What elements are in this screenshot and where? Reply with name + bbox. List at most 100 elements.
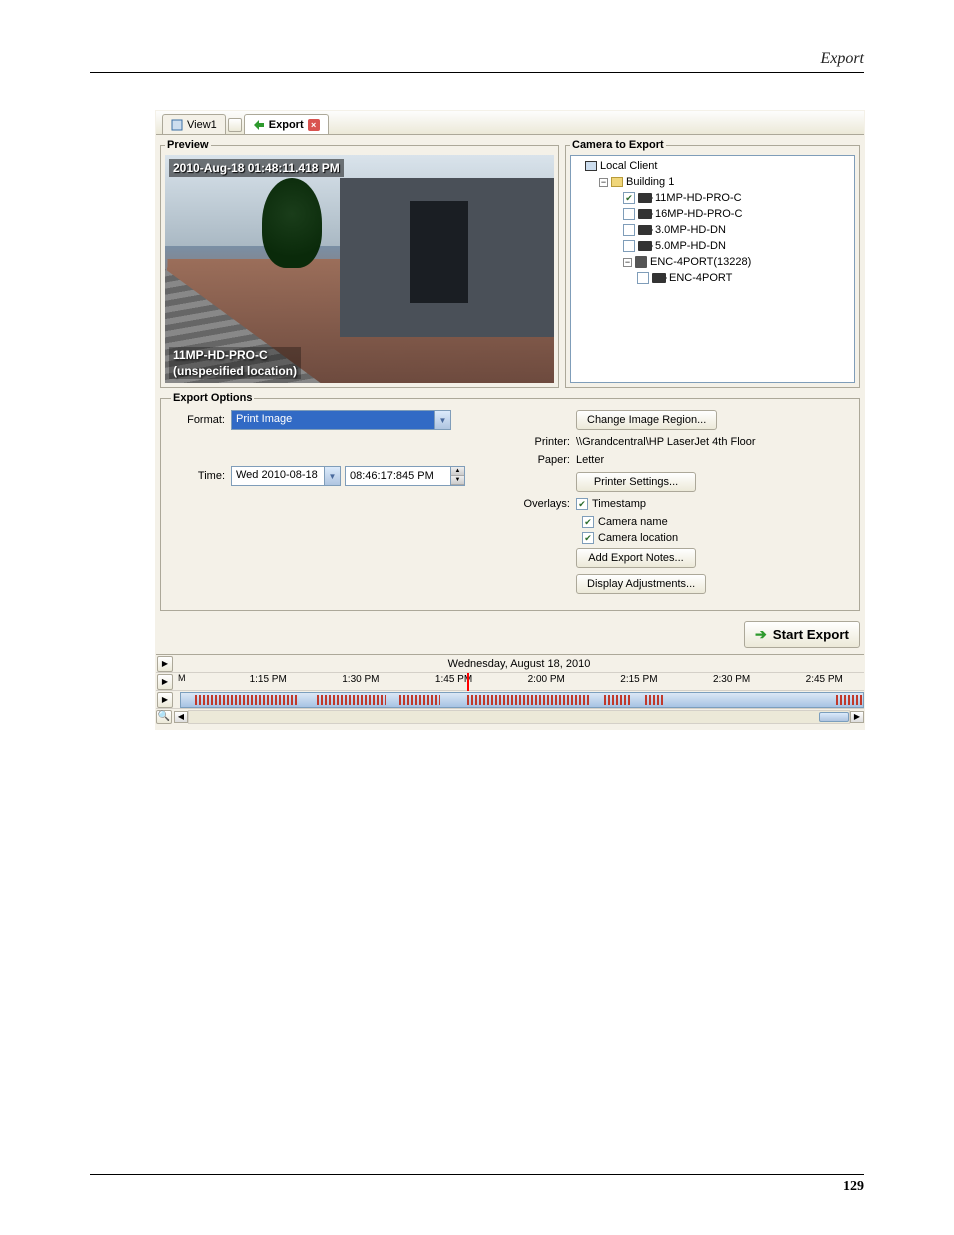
timeline-m-label: M: [178, 673, 186, 683]
collapse-icon[interactable]: −: [599, 178, 608, 187]
timeline-play-button[interactable]: ▶: [157, 674, 173, 690]
change-region-button[interactable]: Change Image Region...: [576, 410, 717, 430]
camera-checkbox[interactable]: [637, 272, 649, 284]
overlay-camname-label: Camera name: [598, 516, 668, 528]
overlay-camera-info: 11MP-HD-PRO-C (unspecified location): [169, 347, 301, 379]
tab-view1-label: View1: [187, 119, 217, 131]
display-adjustments-button[interactable]: Display Adjustments...: [576, 574, 706, 594]
camera-checkbox[interactable]: [623, 208, 635, 220]
time-value: 08:46:17:845 PM: [346, 468, 450, 484]
tree-root-label: Local Client: [600, 160, 657, 172]
timeline-play-button[interactable]: ▶: [157, 692, 173, 708]
camera-label: 3.0MP-HD-DN: [655, 224, 726, 236]
format-combo[interactable]: Print Image ▼: [231, 410, 451, 430]
dropdown-icon[interactable]: ▼: [324, 467, 340, 485]
overlay-camname-checkbox[interactable]: ✔: [582, 516, 594, 528]
camera-label: 5.0MP-HD-DN: [655, 240, 726, 252]
date-combo[interactable]: Wed 2010-08-18 ▼: [231, 466, 341, 486]
preview-legend: Preview: [165, 139, 211, 151]
timeline-tick: 1:30 PM: [342, 674, 379, 685]
tab-export[interactable]: Export ×: [244, 114, 329, 134]
time-input[interactable]: 08:46:17:845 PM ▲▼: [345, 466, 465, 486]
tree-building-label: Building 1: [626, 176, 674, 188]
tree-node-camera[interactable]: 3.0MP-HD-DN: [573, 222, 852, 238]
overlays-label: Overlays:: [520, 498, 576, 510]
tree-node-encoder-child[interactable]: ENC-4PORT: [573, 270, 852, 286]
server-icon: [635, 256, 647, 268]
overlay-timestamp-label: Timestamp: [592, 498, 646, 510]
overlay-camloc-checkbox[interactable]: ✔: [582, 532, 594, 544]
printer-settings-button[interactable]: Printer Settings...: [576, 472, 696, 492]
overlay-camera-name: 11MP-HD-PRO-C: [169, 347, 301, 363]
camera-label: 11MP-HD-PRO-C: [655, 192, 742, 204]
tab-strip: View1 Export ×: [156, 111, 864, 135]
paper-label: Paper:: [520, 454, 576, 466]
timeline-tick: 1:15 PM: [250, 674, 287, 685]
new-tab-button[interactable]: [228, 118, 242, 132]
tree-node-root[interactable]: Local Client: [573, 158, 852, 174]
time-spinner[interactable]: ▲▼: [450, 467, 464, 485]
camera-checkbox[interactable]: [623, 224, 635, 236]
footer-rule: [90, 1174, 864, 1175]
time-label: Time:: [171, 470, 231, 482]
header-rule: [90, 72, 864, 73]
camera-icon: [638, 225, 652, 235]
tab-view1[interactable]: View1: [162, 114, 226, 134]
timeline-data-bar[interactable]: [180, 692, 864, 708]
date-value: Wed 2010-08-18: [232, 467, 324, 485]
timeline-zoom-button[interactable]: 🔍: [156, 710, 172, 724]
export-arrow-icon: ➔: [755, 626, 767, 643]
tab-export-label: Export: [269, 119, 304, 131]
tab-close-button[interactable]: ×: [308, 119, 320, 131]
timeline-tick: 2:30 PM: [713, 674, 750, 685]
scroll-right-button[interactable]: ▶: [850, 711, 864, 723]
camera-tree[interactable]: Local Client − Building 1 ✔ 11MP-HD-PRO-…: [570, 155, 855, 383]
timeline-playhead[interactable]: [467, 673, 469, 691]
camera-icon: [638, 241, 652, 251]
tree-node-building[interactable]: − Building 1: [573, 174, 852, 190]
timeline: ▶ Wednesday, August 18, 2010 ▶ M 1:15 PM…: [156, 654, 864, 725]
folder-icon: [611, 177, 623, 187]
camera-checkbox[interactable]: ✔: [623, 192, 635, 204]
overlay-timestamp-checkbox[interactable]: ✔: [576, 498, 588, 510]
scrollbar-thumb[interactable]: [819, 712, 849, 722]
timeline-tick: 2:45 PM: [806, 674, 843, 685]
dropdown-icon[interactable]: ▼: [434, 411, 450, 429]
timeline-tick: 2:00 PM: [528, 674, 565, 685]
camera-icon: [638, 209, 652, 219]
tree-node-encoder[interactable]: − ENC-4PORT(13228): [573, 254, 852, 270]
scroll-left-button[interactable]: ◀: [174, 711, 188, 723]
view-icon: [171, 119, 183, 131]
camera-icon: [652, 273, 666, 283]
timeline-ruler[interactable]: 1:15 PM 1:30 PM 1:45 PM 2:00 PM 2:15 PM …: [202, 673, 864, 691]
export-icon: [253, 119, 265, 131]
timeline-tick: 2:15 PM: [620, 674, 657, 685]
tree-node-camera[interactable]: ✔ 11MP-HD-PRO-C: [573, 190, 852, 206]
tree-node-camera[interactable]: 5.0MP-HD-DN: [573, 238, 852, 254]
camera-tree-legend: Camera to Export: [570, 139, 666, 151]
timeline-date: Wednesday, August 18, 2010: [174, 658, 864, 670]
add-notes-button[interactable]: Add Export Notes...: [576, 548, 696, 568]
paper-value: Letter: [576, 454, 604, 466]
overlay-camera-location: (unspecified location): [169, 363, 301, 379]
overlay-camloc-label: Camera location: [598, 532, 678, 544]
format-label: Format:: [171, 414, 231, 426]
printer-label: Printer:: [520, 436, 576, 448]
encoder-label: ENC-4PORT(13228): [650, 256, 751, 268]
collapse-icon[interactable]: −: [623, 258, 632, 267]
monitor-icon: [585, 161, 597, 171]
export-dialog: View1 Export × Preview 2010-Aug-18 01:48…: [155, 110, 865, 730]
export-options-panel: Export Options Format: Print Image ▼ Tim…: [160, 392, 860, 611]
preview-image: 2010-Aug-18 01:48:11.418 PM 11MP-HD-PRO-…: [165, 155, 554, 383]
timeline-scrollbar[interactable]: [188, 710, 850, 724]
camera-icon: [638, 193, 652, 203]
camera-label: 16MP-HD-PRO-C: [655, 208, 742, 220]
start-export-button[interactable]: ➔ Start Export: [744, 621, 860, 648]
page-header-title: Export: [820, 50, 864, 68]
timeline-play-button[interactable]: ▶: [157, 656, 173, 672]
camera-checkbox[interactable]: [623, 240, 635, 252]
printer-value: \\Grandcentral\HP LaserJet 4th Floor: [576, 436, 756, 448]
tree-node-camera[interactable]: 16MP-HD-PRO-C: [573, 206, 852, 222]
page-number: 129: [843, 1179, 864, 1195]
export-options-legend: Export Options: [171, 392, 254, 404]
